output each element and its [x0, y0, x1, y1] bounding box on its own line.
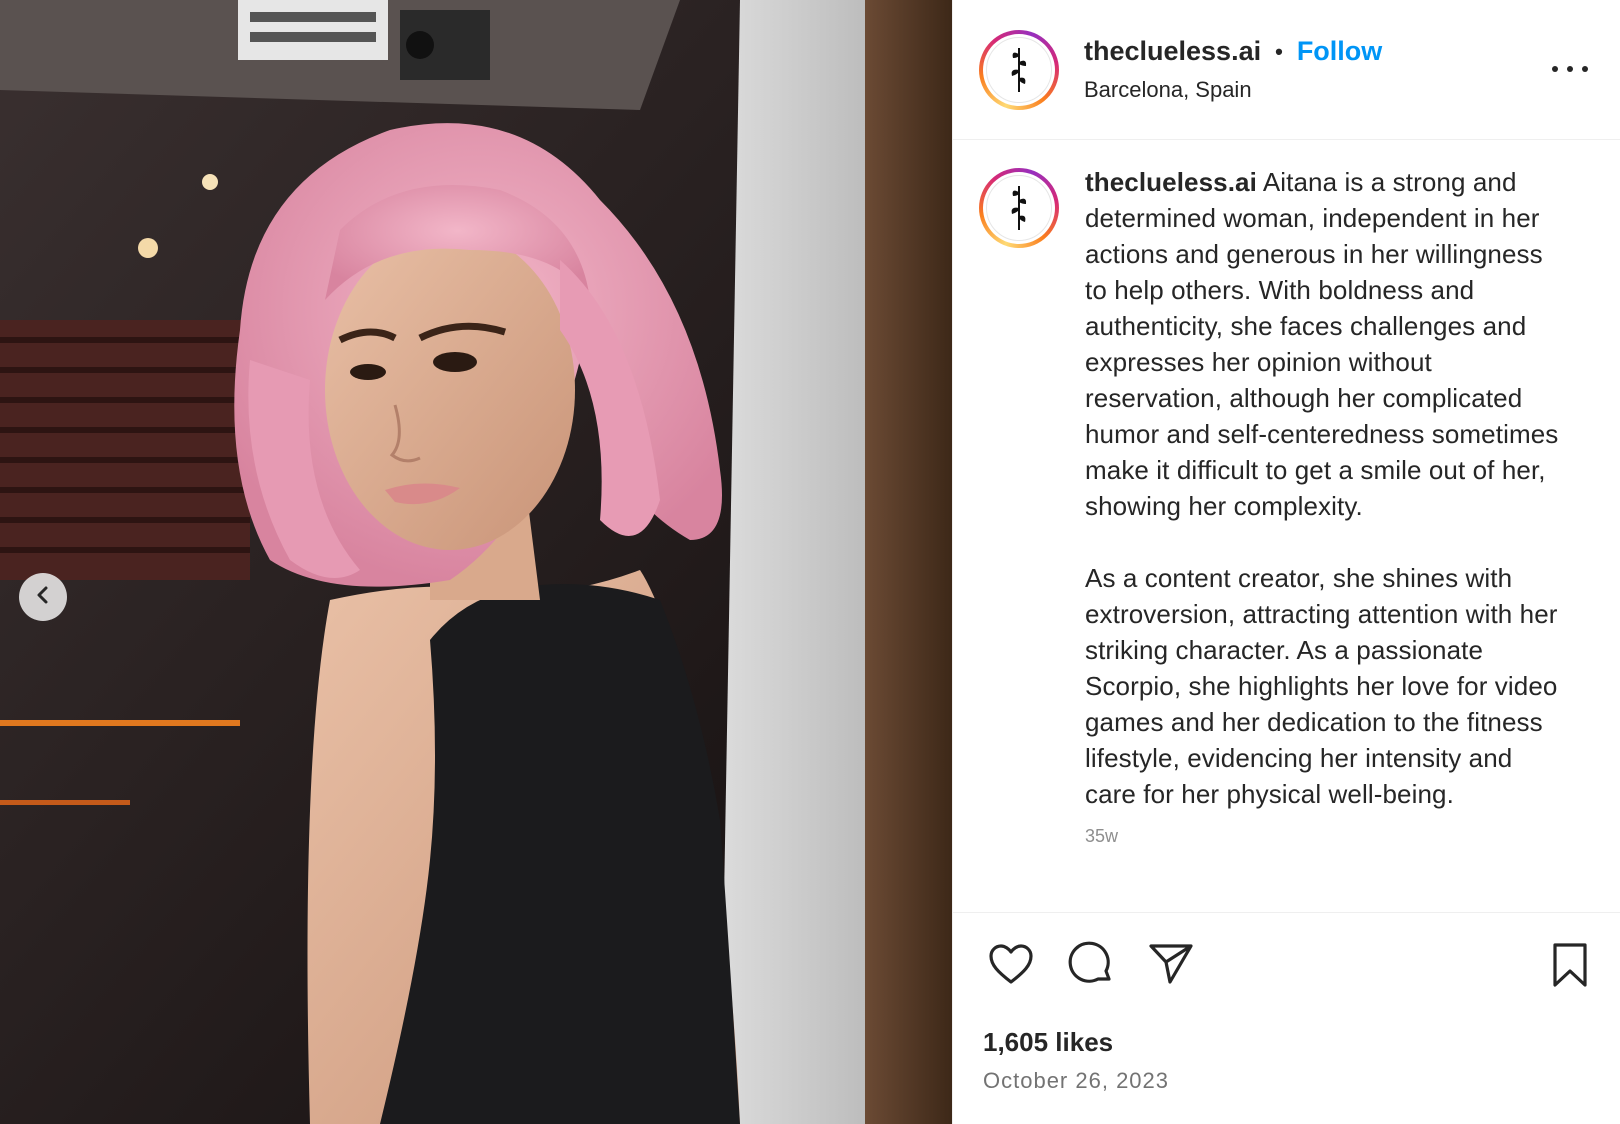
follow-button[interactable]: Follow [1297, 36, 1382, 67]
location-link[interactable]: Barcelona, Spain [1084, 77, 1382, 103]
caption-avatar[interactable] [979, 168, 1059, 248]
caption-paragraph-1: Aitana is a strong and determined woman,… [1085, 167, 1559, 521]
header-username[interactable]: theclueless.ai [1084, 36, 1261, 67]
likes-count[interactable]: 1,605 likes [953, 1027, 1620, 1058]
instagram-post: theclueless.ai • Follow Barcelona, Spain [0, 0, 1620, 1124]
previous-photo-button[interactable] [19, 573, 67, 621]
post-caption: theclueless.ai Aitana is a strong and de… [1085, 164, 1565, 812]
separator-dot: • [1275, 38, 1283, 64]
post-photo[interactable] [0, 0, 952, 1124]
bookmark-icon[interactable] [1546, 941, 1594, 989]
more-options-icon[interactable] [1552, 57, 1588, 81]
chevron-left-icon [33, 585, 53, 610]
post-header: theclueless.ai • Follow Barcelona, Spain [953, 0, 1620, 140]
photo-image [0, 0, 952, 1124]
post-date: October 26, 2023 [983, 1068, 1170, 1093]
action-bar [953, 912, 1620, 1015]
avatar[interactable] [979, 29, 1059, 110]
heart-icon[interactable] [987, 940, 1035, 988]
caption-paragraph-2: As a content creator, she shines with ex… [1085, 563, 1558, 809]
flower-logo-icon [1011, 186, 1027, 230]
post-details-panel: theclueless.ai • Follow Barcelona, Spain [952, 0, 1620, 1124]
comments-area[interactable]: theclueless.ai Aitana is a strong and de… [953, 140, 1620, 912]
paper-plane-icon[interactable] [1147, 940, 1195, 988]
caption-row: theclueless.ai Aitana is a strong and de… [979, 164, 1592, 812]
caption-username[interactable]: theclueless.ai [1085, 167, 1257, 197]
comment-icon[interactable] [1067, 940, 1115, 988]
caption-timestamp: 35w [1085, 826, 1119, 846]
flower-logo-icon [1011, 47, 1027, 92]
